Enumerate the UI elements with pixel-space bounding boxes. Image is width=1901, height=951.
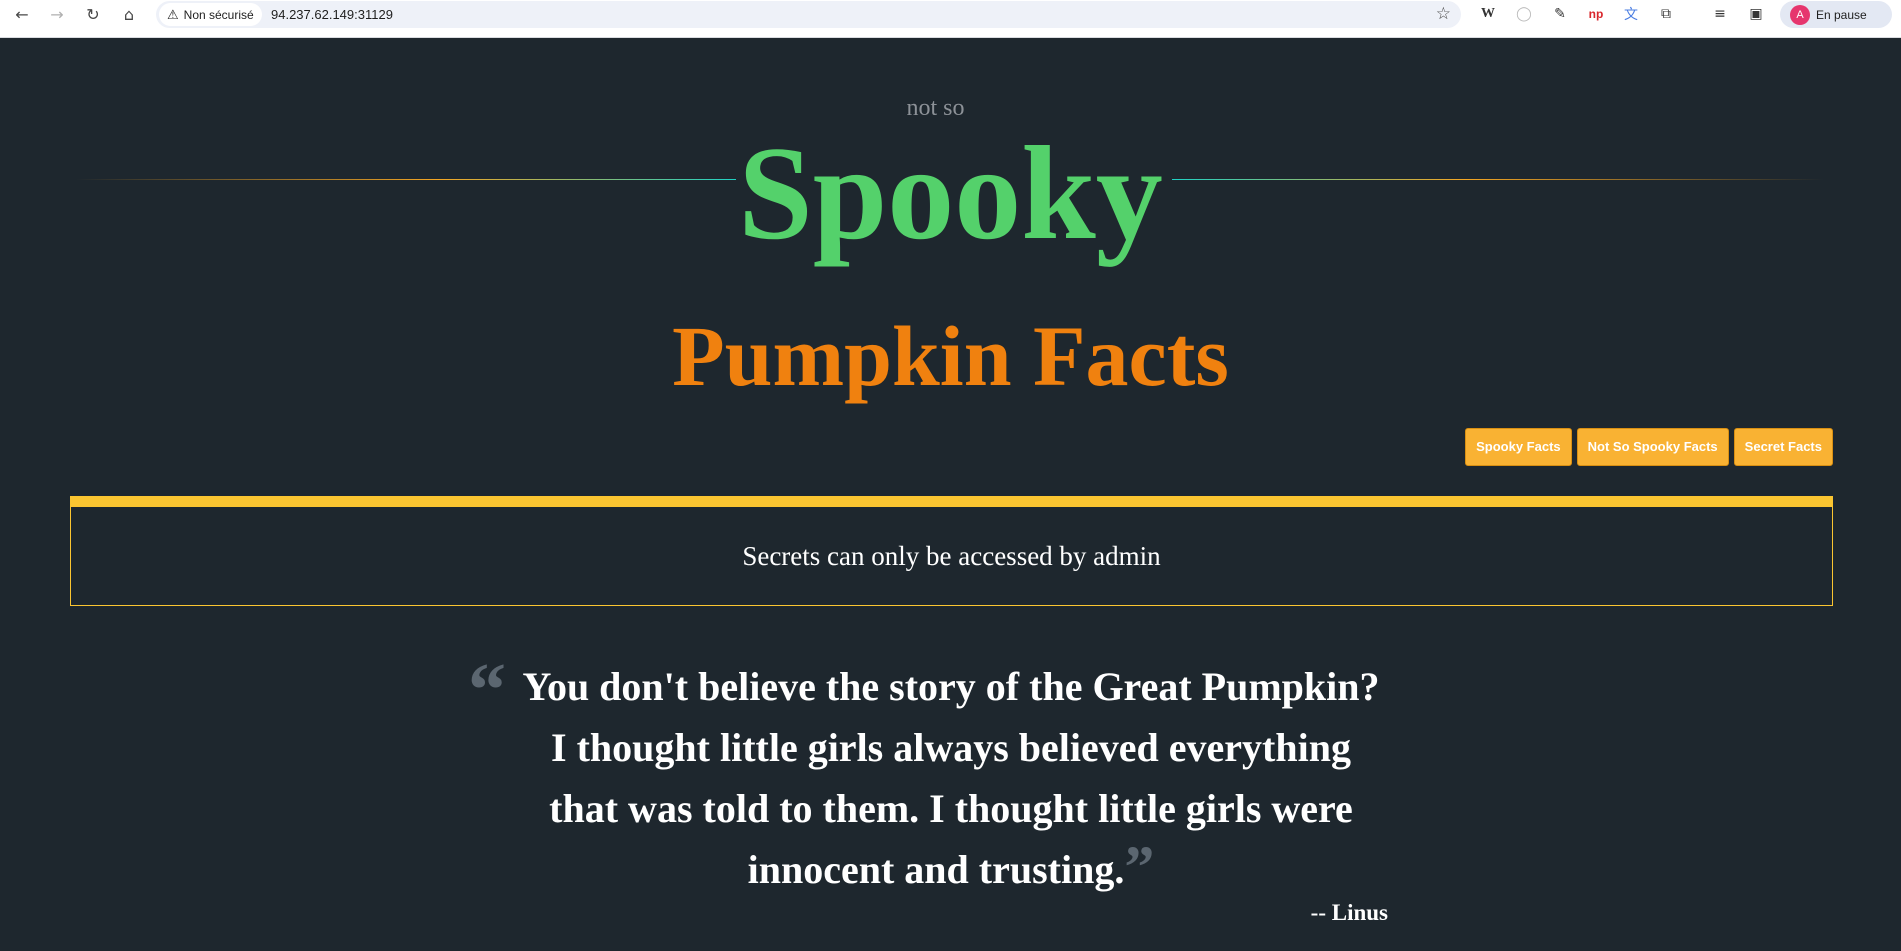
avatar: A [1790,4,1810,25]
page-title: Spooky [738,119,1163,267]
url-text[interactable]: 94.237.62.149:31129 [271,7,393,22]
eyedropper-icon[interactable]: ✎ [1549,3,1571,25]
profile-chip[interactable]: A En pause [1780,1,1892,28]
sidepanel-icon[interactable]: ▣ [1745,3,1767,25]
secret-facts-button[interactable]: Secret Facts [1733,428,1833,466]
notice-top-bar [70,496,1833,507]
quote-text: You don't believe the story of the Great… [522,664,1380,892]
circle-icon[interactable]: ◯ [1513,3,1535,25]
bookmark-star-icon[interactable]: ☆ [1436,4,1451,24]
notice-text: Secrets can only be accessed by admin [742,540,1161,571]
quote-author: -- Linus [1310,900,1388,925]
open-quote-icon: “ [468,648,506,732]
address-bar[interactable]: ⚠ Non sécurisé 94.237.62.149:31129 ☆ [156,1,1461,28]
browser-toolbar: ← → ↻ ⌂ ⚠ Non sécurisé 94.237.62.149:311… [0,0,1901,38]
notice-box: Secrets can only be accessed by admin [70,507,1833,606]
np-icon[interactable]: np [1585,3,1607,25]
spooky-facts-button[interactable]: Spooky Facts [1465,428,1572,466]
home-icon[interactable]: ⌂ [115,0,143,28]
profile-status: En pause [1816,7,1867,22]
not-so-spooky-facts-button[interactable]: Not So Spooky Facts [1576,428,1729,466]
forward-icon[interactable]: → [43,0,71,28]
close-quote-icon: ” [1124,834,1155,900]
warning-icon: ⚠ [167,6,179,22]
back-icon[interactable]: ← [8,0,36,28]
translate-icon[interactable]: 文 [1620,3,1642,25]
security-label: Non sécurisé [183,7,254,22]
wikipedia-icon[interactable]: W [1477,3,1499,25]
playlist-icon[interactable]: ≡ [1709,3,1731,25]
page-subtitle: Pumpkin Facts [672,308,1229,404]
facts-nav: Spooky Facts Not So Spooky Facts Secret … [1465,428,1833,466]
security-chip[interactable]: ⚠ Non sécurisé [159,3,262,26]
puzzle-icon[interactable]: ⧉ [1655,3,1677,25]
reload-icon[interactable]: ↻ [79,0,107,28]
quote-block: You don't believe the story of the Great… [520,656,1382,900]
